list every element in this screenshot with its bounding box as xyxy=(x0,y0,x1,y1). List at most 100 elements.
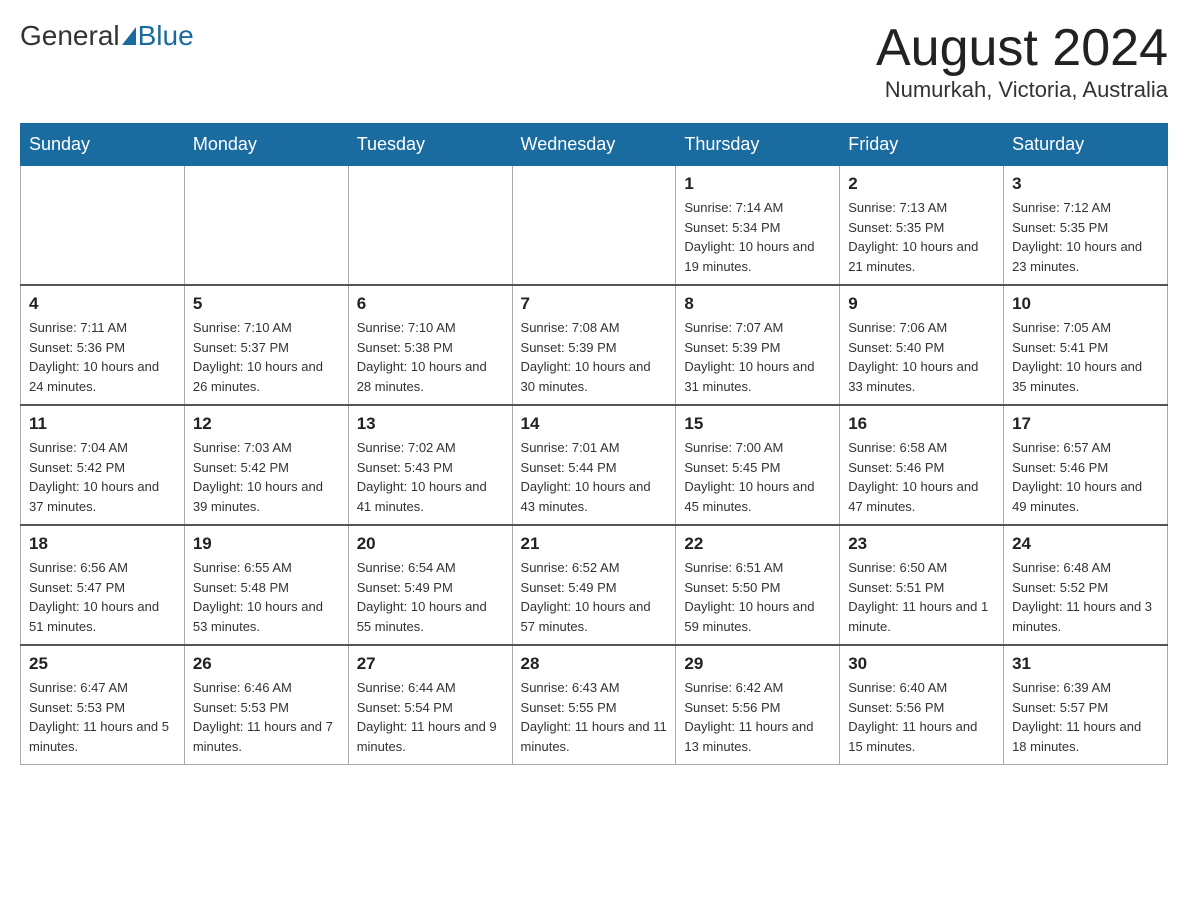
day-number: 20 xyxy=(357,534,504,554)
day-number: 17 xyxy=(1012,414,1159,434)
day-info: Sunrise: 7:05 AMSunset: 5:41 PMDaylight:… xyxy=(1012,318,1159,396)
day-number: 30 xyxy=(848,654,995,674)
day-number: 19 xyxy=(193,534,340,554)
day-info: Sunrise: 6:56 AMSunset: 5:47 PMDaylight:… xyxy=(29,558,176,636)
day-number: 25 xyxy=(29,654,176,674)
day-info: Sunrise: 6:50 AMSunset: 5:51 PMDaylight:… xyxy=(848,558,995,636)
calendar-cell-3-5: 23 Sunrise: 6:50 AMSunset: 5:51 PMDayligh… xyxy=(840,525,1004,645)
calendar-table: Sunday Monday Tuesday Wednesday Thursday… xyxy=(20,123,1168,765)
calendar-cell-0-4: 1 Sunrise: 7:14 AMSunset: 5:34 PMDaylight… xyxy=(676,166,840,286)
day-number: 6 xyxy=(357,294,504,314)
day-number: 10 xyxy=(1012,294,1159,314)
month-title: August 2024 xyxy=(876,20,1168,77)
calendar-cell-2-3: 14Sunrise: 7:01 AMSunset: 5:44 PMDayligh… xyxy=(512,405,676,525)
calendar-cell-1-3: 7 Sunrise: 7:08 AMSunset: 5:39 PMDaylight… xyxy=(512,285,676,405)
day-number: 24 xyxy=(1012,534,1159,554)
day-info: Sunrise: 6:47 AMSunset: 5:53 PMDaylight:… xyxy=(29,678,176,756)
day-number: 2 xyxy=(848,174,995,194)
calendar-cell-4-1: 26 Sunrise: 6:46 AMSunset: 5:53 PMDayligh… xyxy=(184,645,348,765)
logo-blue-text: Blue xyxy=(138,20,194,52)
calendar-cell-0-3 xyxy=(512,166,676,286)
calendar-cell-3-4: 22 Sunrise: 6:51 AMSunset: 5:50 PMDayligh… xyxy=(676,525,840,645)
day-info: Sunrise: 7:01 AMSunset: 5:44 PMDaylight:… xyxy=(521,438,668,516)
day-number: 28 xyxy=(521,654,668,674)
day-number: 3 xyxy=(1012,174,1159,194)
day-number: 8 xyxy=(684,294,831,314)
day-info: Sunrise: 7:03 AMSunset: 5:42 PMDaylight:… xyxy=(193,438,340,516)
day-info: Sunrise: 6:52 AMSunset: 5:49 PMDaylight:… xyxy=(521,558,668,636)
day-info: Sunrise: 7:06 AMSunset: 5:40 PMDaylight:… xyxy=(848,318,995,396)
calendar-cell-2-2: 13 Sunrise: 7:02 AMSunset: 5:43 PMDayligh… xyxy=(348,405,512,525)
calendar-cell-2-1: 12Sunrise: 7:03 AMSunset: 5:42 PMDayligh… xyxy=(184,405,348,525)
calendar-cell-4-4: 29Sunrise: 6:42 AMSunset: 5:56 PMDayligh… xyxy=(676,645,840,765)
calendar-cell-2-0: 11 Sunrise: 7:04 AMSunset: 5:42 PMDayligh… xyxy=(21,405,185,525)
week-row-4: 18 Sunrise: 6:56 AMSunset: 5:47 PMDayligh… xyxy=(21,525,1168,645)
calendar-cell-0-5: 2Sunrise: 7:13 AMSunset: 5:35 PMDaylight… xyxy=(840,166,1004,286)
day-number: 13 xyxy=(357,414,504,434)
week-row-5: 25 Sunrise: 6:47 AMSunset: 5:53 PMDayligh… xyxy=(21,645,1168,765)
calendar-cell-2-6: 17Sunrise: 6:57 AMSunset: 5:46 PMDayligh… xyxy=(1004,405,1168,525)
calendar-cell-4-3: 28Sunrise: 6:43 AMSunset: 5:55 PMDayligh… xyxy=(512,645,676,765)
calendar-cell-3-2: 20 Sunrise: 6:54 AMSunset: 5:49 PMDayligh… xyxy=(348,525,512,645)
logo: General Blue xyxy=(20,20,194,52)
day-number: 23 xyxy=(848,534,995,554)
day-info: Sunrise: 7:04 AMSunset: 5:42 PMDaylight:… xyxy=(29,438,176,516)
calendar-cell-1-0: 4 Sunrise: 7:11 AMSunset: 5:36 PMDaylight… xyxy=(21,285,185,405)
day-number: 4 xyxy=(29,294,176,314)
calendar-cell-1-1: 5 Sunrise: 7:10 AMSunset: 5:37 PMDaylight… xyxy=(184,285,348,405)
day-info: Sunrise: 7:10 AMSunset: 5:37 PMDaylight:… xyxy=(193,318,340,396)
day-number: 7 xyxy=(521,294,668,314)
logo-general-text: General xyxy=(20,20,120,52)
col-friday: Friday xyxy=(840,124,1004,166)
calendar-cell-0-0 xyxy=(21,166,185,286)
calendar-cell-4-6: 31 Sunrise: 6:39 AMSunset: 5:57 PMDayligh… xyxy=(1004,645,1168,765)
day-number: 29 xyxy=(684,654,831,674)
calendar-cell-1-4: 8 Sunrise: 7:07 AMSunset: 5:39 PMDaylight… xyxy=(676,285,840,405)
day-number: 31 xyxy=(1012,654,1159,674)
day-info: Sunrise: 6:51 AMSunset: 5:50 PMDaylight:… xyxy=(684,558,831,636)
day-info: Sunrise: 7:07 AMSunset: 5:39 PMDaylight:… xyxy=(684,318,831,396)
col-sunday: Sunday xyxy=(21,124,185,166)
col-wednesday: Wednesday xyxy=(512,124,676,166)
day-number: 5 xyxy=(193,294,340,314)
day-info: Sunrise: 6:44 AMSunset: 5:54 PMDaylight:… xyxy=(357,678,504,756)
logo-triangle-icon xyxy=(122,27,136,45)
day-info: Sunrise: 6:58 AMSunset: 5:46 PMDaylight:… xyxy=(848,438,995,516)
day-number: 1 xyxy=(684,174,831,194)
day-number: 18 xyxy=(29,534,176,554)
week-row-2: 4 Sunrise: 7:11 AMSunset: 5:36 PMDaylight… xyxy=(21,285,1168,405)
calendar-cell-4-2: 27Sunrise: 6:44 AMSunset: 5:54 PMDayligh… xyxy=(348,645,512,765)
day-info: Sunrise: 6:54 AMSunset: 5:49 PMDaylight:… xyxy=(357,558,504,636)
day-info: Sunrise: 7:11 AMSunset: 5:36 PMDaylight:… xyxy=(29,318,176,396)
day-info: Sunrise: 7:08 AMSunset: 5:39 PMDaylight:… xyxy=(521,318,668,396)
calendar-cell-3-0: 18 Sunrise: 6:56 AMSunset: 5:47 PMDayligh… xyxy=(21,525,185,645)
location-text: Numurkah, Victoria, Australia xyxy=(876,77,1168,103)
day-info: Sunrise: 7:12 AMSunset: 5:35 PMDaylight:… xyxy=(1012,198,1159,276)
calendar-header-row: Sunday Monday Tuesday Wednesday Thursday… xyxy=(21,124,1168,166)
day-number: 21 xyxy=(521,534,668,554)
day-info: Sunrise: 6:55 AMSunset: 5:48 PMDaylight:… xyxy=(193,558,340,636)
calendar-cell-3-3: 21 Sunrise: 6:52 AMSunset: 5:49 PMDayligh… xyxy=(512,525,676,645)
calendar-cell-3-6: 24Sunrise: 6:48 AMSunset: 5:52 PMDayligh… xyxy=(1004,525,1168,645)
page-header: General Blue August 2024 Numurkah, Victo… xyxy=(20,20,1168,103)
col-thursday: Thursday xyxy=(676,124,840,166)
day-info: Sunrise: 7:00 AMSunset: 5:45 PMDaylight:… xyxy=(684,438,831,516)
day-info: Sunrise: 6:39 AMSunset: 5:57 PMDaylight:… xyxy=(1012,678,1159,756)
day-number: 26 xyxy=(193,654,340,674)
col-monday: Monday xyxy=(184,124,348,166)
day-number: 11 xyxy=(29,414,176,434)
day-info: Sunrise: 6:46 AMSunset: 5:53 PMDaylight:… xyxy=(193,678,340,756)
calendar-cell-4-0: 25 Sunrise: 6:47 AMSunset: 5:53 PMDayligh… xyxy=(21,645,185,765)
calendar-cell-1-2: 6Sunrise: 7:10 AMSunset: 5:38 PMDaylight… xyxy=(348,285,512,405)
calendar-cell-0-6: 3 Sunrise: 7:12 AMSunset: 5:35 PMDaylight… xyxy=(1004,166,1168,286)
day-number: 22 xyxy=(684,534,831,554)
day-number: 9 xyxy=(848,294,995,314)
day-info: Sunrise: 7:02 AMSunset: 5:43 PMDaylight:… xyxy=(357,438,504,516)
col-saturday: Saturday xyxy=(1004,124,1168,166)
week-row-1: 1 Sunrise: 7:14 AMSunset: 5:34 PMDaylight… xyxy=(21,166,1168,286)
calendar-cell-2-5: 16 Sunrise: 6:58 AMSunset: 5:46 PMDayligh… xyxy=(840,405,1004,525)
title-section: August 2024 Numurkah, Victoria, Australi… xyxy=(876,20,1168,103)
calendar-cell-1-6: 10 Sunrise: 7:05 AMSunset: 5:41 PMDayligh… xyxy=(1004,285,1168,405)
day-info: Sunrise: 7:14 AMSunset: 5:34 PMDaylight:… xyxy=(684,198,831,276)
day-number: 16 xyxy=(848,414,995,434)
